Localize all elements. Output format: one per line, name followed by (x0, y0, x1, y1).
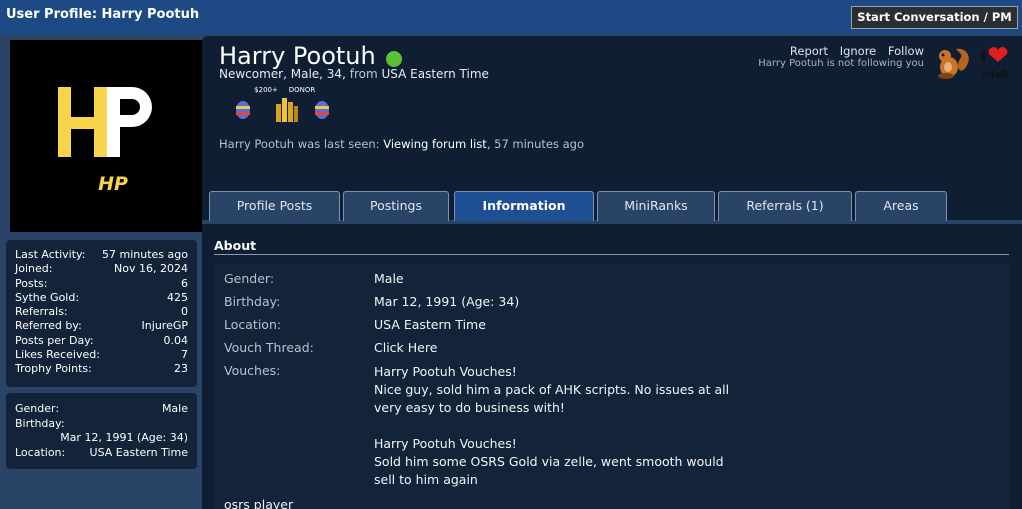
about-field-value: Mar 12, 1991 (Age: 34) (374, 294, 520, 309)
stats-value: 23 (174, 362, 188, 376)
squirrel-icon (934, 45, 972, 85)
last-seen-time: , 57 minutes ago (486, 137, 585, 151)
about-field-label: Birthday: (224, 294, 281, 309)
subline-location: USA Eastern Time (381, 67, 489, 81)
stats-label: Posts per Day: (15, 333, 94, 347)
sidebar-gender-value: Male (161, 402, 188, 415)
stats-row: Posts per Day: 0.04 (15, 334, 188, 348)
gold-coins-icon[interactable] (276, 98, 298, 122)
vouch-thread-link[interactable]: Click Here (374, 340, 437, 355)
profile-badges: $200+ DONOR (232, 84, 342, 124)
stats-value: 6 (181, 276, 188, 290)
stats-row: Likes Received: 7 (15, 348, 188, 362)
stats-value: 57 minutes ago (102, 248, 188, 261)
last-seen: Harry Pootuh was last seen: Viewing foru… (219, 137, 584, 151)
stats-label: Trophy Points: (15, 362, 92, 376)
tab-miniranks[interactable]: MiniRanks (597, 191, 715, 221)
tab-profile-posts[interactable]: Profile Posts (209, 191, 340, 221)
sidebar-location-row: Location: USA Eastern Time (15, 446, 188, 461)
about-divider (214, 254, 1009, 255)
vouch-title: Harry Pootuh Vouches! (374, 436, 517, 451)
vouch-title: Harry Pootuh Vouches! (374, 364, 517, 379)
stats-value: 0 (181, 305, 188, 319)
stats-label: Sythe Gold: (15, 290, 80, 304)
stats-value: 7 (181, 348, 188, 362)
tab-information[interactable]: Information (454, 191, 594, 221)
stats-row: Sythe Gold: 425 (15, 291, 188, 305)
about-field-label: Vouch Thread: (224, 340, 314, 355)
hp-logo-icon: HP (58, 87, 152, 195)
stats-row: Referred by: InjureGP (15, 319, 188, 333)
stats-label: Joined: (15, 262, 53, 276)
tab-referrals-1[interactable]: Referrals (1) (718, 191, 852, 221)
stats-value: Nov 16, 2024 (114, 262, 188, 276)
about-trailing-text: osrs player (224, 497, 294, 509)
sidebar-birthday-label: Birthday: (15, 416, 65, 430)
stats-row: Posts: 6 (15, 277, 188, 291)
stats-value: 425 (167, 290, 188, 304)
tab-areas[interactable]: Areas (855, 191, 947, 221)
stats-panel: Last Activity: 57 minutes ago Joined: Nov 1… (6, 240, 197, 387)
stats-label: Posts: (15, 276, 48, 290)
about-heading: About (214, 238, 257, 253)
profile-actions: Report Ignore Follow Harry Pootuh is not… (758, 44, 924, 69)
vouch-text: Nice guy, sold him a pack of AHK scripts… (374, 382, 730, 415)
start-conversation-button[interactable]: Start Conversation / PM (851, 6, 1018, 29)
stats-row: Last Activity: 57 minutes ago (15, 248, 188, 262)
about-field-label: Gender: (224, 271, 275, 286)
stats-label: Last Activity: (15, 248, 86, 261)
profile-name: Harry Pootuh (219, 42, 376, 70)
about-field-label: Vouches: (224, 363, 281, 378)
sidebar-location-value: USA Eastern Time (89, 445, 188, 459)
sidebar-location-label: Location: (15, 445, 66, 459)
heart-icon (988, 47, 1008, 62)
stats-label: Referrals: (15, 305, 68, 319)
about-field-label: Location: (224, 317, 282, 332)
vouch-text: Sold him some OSRS Gold via zelle, went … (374, 454, 724, 487)
follow-link[interactable]: Follow (888, 44, 924, 58)
stats-row: Trophy Points: 23 (15, 362, 188, 376)
stats-label: Referred by: (15, 319, 82, 333)
page-header: User Profile: Harry Pootuh Start Convers… (0, 0, 1022, 34)
ignore-link[interactable]: Ignore (840, 44, 877, 58)
easter-egg-icon[interactable] (315, 101, 329, 119)
vouches-list: Harry Pootuh Vouches! Nice guy, sold him… (374, 363, 734, 489)
sidebar-birthday-value: Mar 12, 1991 (Age: 34) (60, 431, 188, 444)
heart-badge: n4n0 (978, 46, 1014, 86)
about-field-value: USA Eastern Time (374, 317, 486, 332)
last-seen-activity-link[interactable]: Viewing forum list (383, 137, 487, 151)
easter-egg-icon[interactable] (236, 101, 250, 119)
sidebar-gender-label: Gender: (15, 402, 60, 415)
report-link[interactable]: Report (790, 44, 828, 58)
tab-postings[interactable]: Postings (343, 191, 449, 221)
last-seen-prefix: Harry Pootuh was last seen: (219, 137, 380, 151)
stats-value: 0.04 (163, 333, 189, 347)
avatar[interactable]: HP (10, 40, 202, 232)
stats-value[interactable]: InjureGP (142, 319, 188, 333)
subline-from: from (349, 67, 378, 81)
heart-badge-text: n4n0 (982, 68, 1009, 81)
sidebar-birthday-row: Birthday: (15, 417, 188, 432)
sidebar-gender-row: Gender: Male (15, 402, 188, 417)
stats-label: Likes Received: (15, 348, 100, 362)
page-title: User Profile: Harry Pootuh (6, 7, 200, 22)
i-letter-icon (982, 50, 985, 62)
following-status: Harry Pootuh is not following you (758, 58, 924, 69)
online-status-icon (386, 51, 402, 67)
stats-row: Referrals: 0 (15, 305, 188, 319)
sidebar-info-panel: Gender: Male Birthday: Mar 12, 1991 (Age… (6, 393, 197, 469)
stats-row: Joined: Nov 16, 2024 (15, 262, 188, 276)
about-field-value: Male (374, 271, 404, 286)
badge-donor-amount: $200+ (254, 86, 278, 94)
profile-subline: Newcomer, Male, 34, from USA Eastern Tim… (219, 67, 489, 81)
avatar-caption: HP (98, 173, 128, 195)
badge-donor-label: DONOR (289, 86, 316, 94)
subline-prefix: Newcomer, Male, 34, (219, 67, 346, 81)
